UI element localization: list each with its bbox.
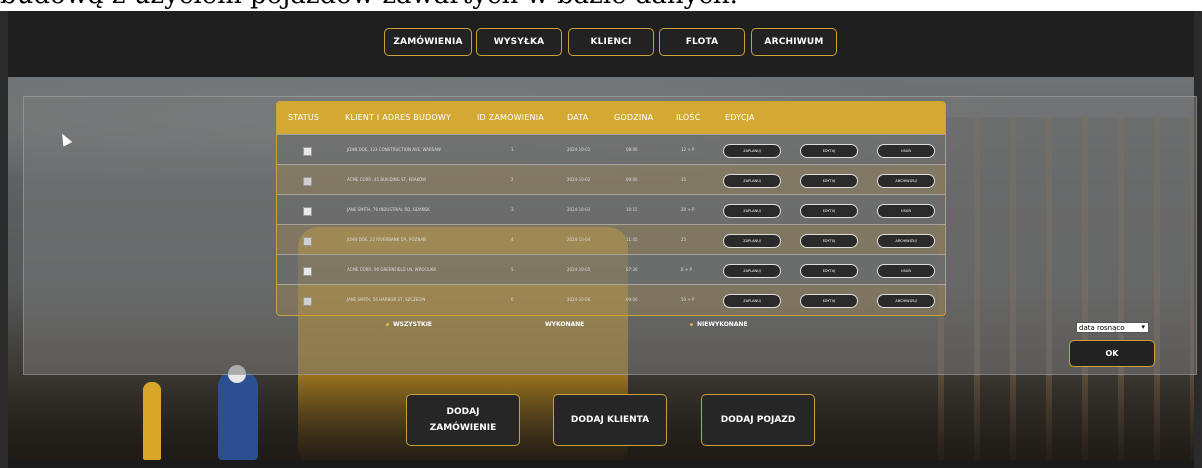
cell-client: JOHN DOE, 22 RIVERBANK DR, POZNAŃ bbox=[347, 237, 427, 242]
sort-select[interactable]: data rosnąco ▾ bbox=[1076, 322, 1149, 333]
header-client: KLIENT I ADRES BUDOWY bbox=[345, 113, 452, 122]
nav-zamowienia-button[interactable]: ZAMÓWIENIA bbox=[384, 28, 472, 56]
cell-qty: 12 + P bbox=[681, 147, 695, 152]
chevron-down-icon: ▾ bbox=[1141, 323, 1145, 331]
cell-date: 2024-10-01 bbox=[567, 147, 591, 152]
cell-time: 09:00 bbox=[626, 297, 638, 302]
cell-qty: 8 + P bbox=[681, 267, 692, 272]
delete-button[interactable]: USUŃ bbox=[877, 264, 935, 278]
nav-wysylka-button[interactable]: WYSYŁKA bbox=[476, 28, 562, 56]
cell-id: 3 bbox=[511, 207, 514, 212]
cell-date: 2024-10-06 bbox=[567, 297, 591, 302]
top-navigation: ZAMÓWIENIA WYSYŁKA KLIENCI FLOTA ARCHIWU… bbox=[8, 11, 1194, 77]
edit-button[interactable]: EDYTUJ bbox=[800, 204, 858, 218]
footer-bar bbox=[8, 460, 1194, 468]
edit-button[interactable]: EDYTUJ bbox=[800, 294, 858, 308]
cell-date: 2024-10-03 bbox=[567, 207, 591, 212]
archive-button[interactable]: ARCHIWIZUJ bbox=[877, 174, 935, 188]
delete-button[interactable]: USUŃ bbox=[877, 204, 935, 218]
orders-table: STATUS KLIENT I ADRES BUDOWY ID ZAMÓWIEN… bbox=[276, 101, 946, 316]
header-edit: EDYCJA bbox=[725, 113, 755, 122]
status-checkbox[interactable] bbox=[303, 207, 312, 216]
header-status: STATUS bbox=[288, 113, 320, 122]
status-checkbox[interactable] bbox=[303, 147, 312, 156]
table-row: JANE SMITH, 56 HARBOR ST, SZCZECIN 6 2024-… bbox=[277, 284, 945, 315]
status-checkbox[interactable] bbox=[303, 177, 312, 186]
cell-qty: 20 + P bbox=[681, 207, 695, 212]
edit-button[interactable]: EDYTUJ bbox=[800, 234, 858, 248]
table-row: JOHN DOE, 22 RIVERBANK DR, POZNAŃ 4 2024-1… bbox=[277, 224, 945, 255]
edit-button[interactable]: EDYTUJ bbox=[800, 174, 858, 188]
cell-client: JANE SMITH, 56 HARBOR ST, SZCZECIN bbox=[347, 297, 426, 302]
status-checkbox[interactable] bbox=[303, 297, 312, 306]
filter-dot-icon bbox=[386, 323, 389, 326]
nav-klienci-button[interactable]: KLIENCI bbox=[568, 28, 654, 56]
add-order-button[interactable]: DODAJ ZAMÓWIENIE bbox=[406, 394, 520, 446]
plan-button[interactable]: ZAPLANUJ bbox=[723, 174, 781, 188]
cell-time: 08:00 bbox=[626, 147, 638, 152]
add-client-button[interactable]: DODAJ KLIENTA bbox=[553, 394, 667, 446]
cell-qty: 15 bbox=[681, 177, 687, 182]
header-time: GODZINA bbox=[614, 113, 654, 122]
header-date: DATA bbox=[567, 113, 589, 122]
table-row: JANE SMITH, 78 INDUSTRIAL RD, GDAŃSK 3 202… bbox=[277, 194, 945, 225]
cell-client: JANE SMITH, 78 INDUSTRIAL RD, GDAŃSK bbox=[347, 207, 430, 212]
cell-client: JOHN DOE, 123 CONSTRUCTION AVE, WARSAW bbox=[347, 147, 441, 152]
nav-archiwum-button[interactable]: ARCHIWUM bbox=[751, 28, 837, 56]
header-qty: ILOŚĆ bbox=[676, 113, 701, 122]
cell-id: 5 bbox=[511, 267, 514, 272]
table-row: JOHN DOE, 123 CONSTRUCTION AVE, WARSAW 1 2… bbox=[277, 134, 945, 165]
cell-time: 07:30 bbox=[626, 267, 638, 272]
plan-button[interactable]: ZAPLANUJ bbox=[723, 264, 781, 278]
cell-time: 10:15 bbox=[626, 207, 638, 212]
cell-time: 11:45 bbox=[626, 237, 638, 242]
cell-id: 2 bbox=[511, 177, 514, 182]
cell-qty: 25 bbox=[681, 237, 687, 242]
plan-button[interactable]: ZAPLANUJ bbox=[723, 204, 781, 218]
cell-date: 2024-10-04 bbox=[567, 237, 591, 242]
archive-button[interactable]: ARCHIWIZUJ bbox=[877, 234, 935, 248]
table-row: ACME CORP., 45 BUILDING ST, KRAKÓW 2 2024-… bbox=[277, 164, 945, 195]
plan-button[interactable]: ZAPLANUJ bbox=[723, 234, 781, 248]
plan-button[interactable]: ZAPLANUJ bbox=[723, 294, 781, 308]
table-row: ACME CORP., 90 GREENFIELD LN, WROCŁAW 5 20… bbox=[277, 254, 945, 285]
plan-button[interactable]: ZAPLANUJ bbox=[723, 144, 781, 158]
nav-flota-button[interactable]: FLOTA bbox=[659, 28, 745, 56]
table-header: STATUS KLIENT I ADRES BUDOWY ID ZAMÓWIEN… bbox=[277, 102, 945, 134]
cell-client: ACME CORP., 45 BUILDING ST, KRAKÓW bbox=[347, 177, 427, 182]
edit-button[interactable]: EDYTUJ bbox=[800, 264, 858, 278]
archive-button[interactable]: ARCHIWIZUJ bbox=[877, 294, 935, 308]
delete-button[interactable]: USUŃ bbox=[877, 144, 935, 158]
filter-not-done[interactable]: NIEWYKONANE bbox=[690, 321, 748, 328]
cell-date: 2024-10-02 bbox=[567, 177, 591, 182]
status-checkbox[interactable] bbox=[303, 267, 312, 276]
cell-id: 6 bbox=[511, 297, 514, 302]
cell-id: 1 bbox=[511, 147, 514, 152]
status-checkbox[interactable] bbox=[303, 237, 312, 246]
cell-qty: 50 + P bbox=[681, 297, 695, 302]
cell-id: 4 bbox=[511, 237, 514, 242]
filter-done[interactable]: WYKONANE bbox=[545, 321, 584, 328]
edit-button[interactable]: EDYTUJ bbox=[800, 144, 858, 158]
filter-dot-icon bbox=[690, 323, 693, 326]
cell-date: 2024-10-05 bbox=[567, 267, 591, 272]
ok-button[interactable]: OK bbox=[1069, 340, 1155, 367]
page-caption: budową z użyciem pojazdów zawartych w ba… bbox=[0, 0, 1202, 11]
cell-time: 09:00 bbox=[626, 177, 638, 182]
cell-client: ACME CORP., 90 GREENFIELD LN, WROCŁAW bbox=[347, 267, 437, 272]
header-order-id: ID ZAMÓWIENIA bbox=[477, 113, 544, 122]
add-vehicle-button[interactable]: DODAJ POJAZD bbox=[701, 394, 815, 446]
filter-all[interactable]: WSZYSTKIE bbox=[386, 321, 432, 328]
